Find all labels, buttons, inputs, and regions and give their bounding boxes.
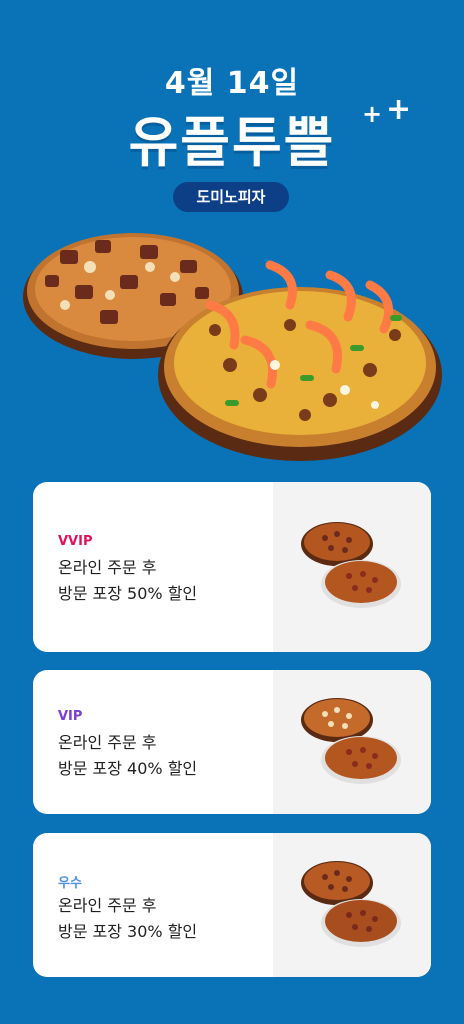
hero-banner: 4월 14일 유플투쁠 + + 도미노피자 — [0, 0, 464, 480]
tier-label: 우수 — [58, 876, 82, 891]
offer-card-vip: VIP 온라인 주문 후 방문 포장 40% 할인 — [33, 670, 431, 814]
two-pizzas-image — [301, 861, 401, 947]
hero-pizza-image — [23, 233, 442, 461]
tier-label: VVIP — [58, 534, 93, 549]
tier-label: VIP — [58, 709, 83, 724]
offer-line-1: 온라인 주문 후 — [58, 558, 157, 577]
offer-line-2: 방문 포장 40% 할인 — [58, 759, 198, 778]
plus-icon: + — [362, 100, 383, 128]
offer-line-2: 방문 포장 30% 할인 — [58, 922, 198, 941]
two-pizzas-image — [301, 698, 401, 784]
offer-line-2: 방문 포장 50% 할인 — [58, 584, 198, 603]
offer-card-regular: 우수 온라인 주문 후 방문 포장 30% 할인 — [33, 833, 431, 977]
two-pizzas-image — [301, 522, 401, 608]
plus-icon: + — [386, 92, 412, 127]
offer-line-1: 온라인 주문 후 — [58, 896, 157, 915]
offer-line-1: 온라인 주문 후 — [58, 733, 157, 752]
offer-card-vvip: VVIP 온라인 주문 후 방문 포장 50% 할인 — [33, 482, 431, 652]
